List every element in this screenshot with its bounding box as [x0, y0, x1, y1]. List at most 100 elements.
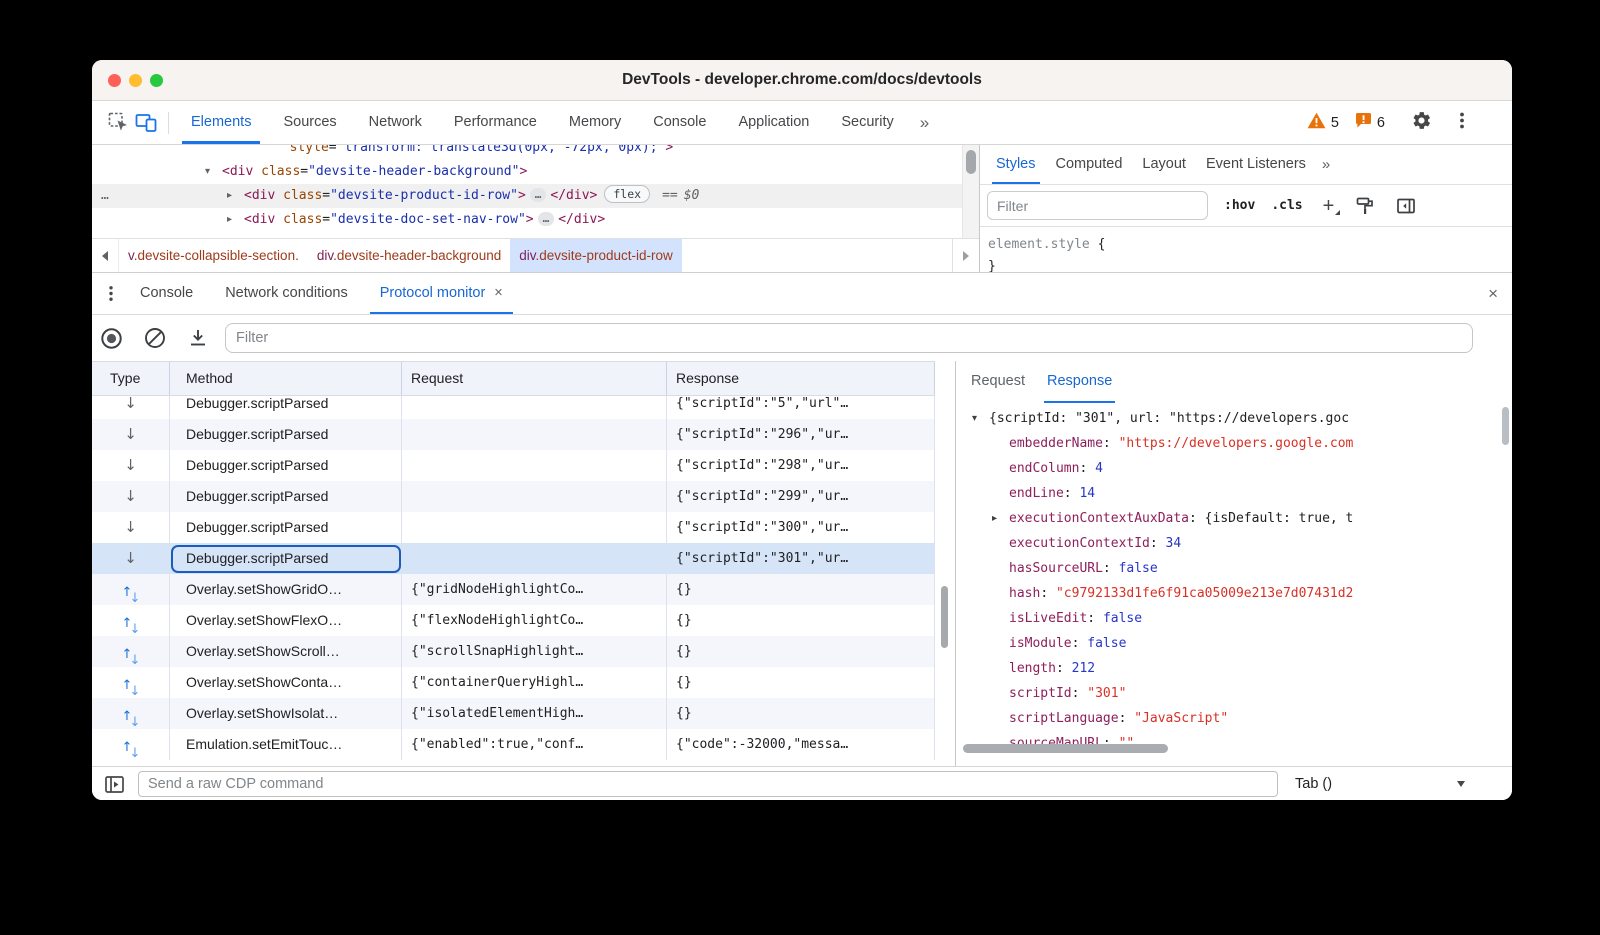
table-row[interactable]: ↑↓Overlay.setShowIsolat…{"isolatedElemen…: [92, 698, 935, 729]
close-window-button[interactable]: [108, 74, 121, 87]
column-header-response[interactable]: Response: [667, 362, 935, 395]
drawer-tab-network-conditions[interactable]: Network conditions: [209, 273, 364, 314]
table-row[interactable]: ↓Debugger.scriptParsed{"scriptId":"299",…: [92, 481, 935, 512]
toggle-element-state-button[interactable]: :hov: [1224, 198, 1255, 213]
dropdown-arrow-icon: [1457, 781, 1465, 787]
dom-tree-node[interactable]: ▾<div class="devsite-header-background">: [92, 160, 962, 184]
disclosure-arrow-icon[interactable]: ▸: [992, 506, 1009, 531]
new-style-rule-button[interactable]: +: [1323, 196, 1335, 216]
breadcrumb-left-arrow-icon[interactable]: [92, 239, 119, 272]
style-rule-selector[interactable]: element.style: [988, 237, 1090, 252]
disclosure-arrow-icon[interactable]: ▾: [972, 406, 989, 431]
disclosure-arrow-icon[interactable]: ▸: [227, 184, 244, 208]
warning-icon[interactable]: [1307, 112, 1326, 134]
dom-tree-node[interactable]: ▸<div class="devsite-doc-set-nav-row">…<…: [92, 208, 962, 232]
detail-tab-request[interactable]: Request: [960, 361, 1036, 403]
table-row[interactable]: ↑↓Emulation.setEmitTouc…{"enabled":true,…: [92, 729, 935, 760]
table-row[interactable]: ↑↓Overlay.setShowConta…{"containerQueryH…: [92, 667, 935, 698]
table-row[interactable]: ↓Debugger.scriptParsed{"scriptId":"300",…: [92, 512, 935, 543]
elements-scrollbar[interactable]: [962, 145, 979, 238]
inline-expand-icon[interactable]: …: [538, 212, 555, 226]
tab-sources[interactable]: Sources: [267, 101, 352, 144]
dom-tree-node[interactable]: " style="transform: translate3d(0px, -72…: [92, 145, 962, 160]
tab-application[interactable]: Application: [722, 101, 825, 144]
breadcrumb-item[interactable]: div.devsite-product-id-row: [510, 239, 682, 272]
column-header-type[interactable]: Type: [92, 362, 170, 395]
elements-scrollbar-thumb[interactable]: [966, 150, 976, 174]
record-icon[interactable]: [100, 327, 123, 350]
dom-tree-node[interactable]: …▸<div class="devsite-product-id-row">…<…: [92, 184, 962, 208]
table-row[interactable]: ↓Debugger.scriptParsed{"scriptId":"296",…: [92, 419, 935, 450]
inspect-icon[interactable]: [104, 109, 132, 137]
tab-console[interactable]: Console: [637, 101, 722, 144]
tree-line[interactable]: ▾{scriptId: "301", url: "https://develop…: [957, 406, 1502, 431]
request-cell: {"flexNodeHighlightCo…: [402, 605, 667, 636]
target-select[interactable]: Tab (): [1295, 776, 1465, 792]
breadcrumb-item[interactable]: div.devsite-header-background: [308, 239, 510, 272]
table-row[interactable]: ↓Debugger.scriptParsed{"scriptId":"298",…: [92, 450, 935, 481]
detail-vertical-scrollbar-thumb[interactable]: [1502, 407, 1509, 445]
styles-tab-layout[interactable]: Layout: [1132, 145, 1196, 184]
clear-icon[interactable]: [143, 327, 166, 349]
request-cell: [402, 512, 667, 543]
breadcrumb-item[interactable]: v.devsite-collapsible-section.: [119, 239, 308, 272]
tab-elements[interactable]: Elements: [175, 101, 267, 144]
request-cell: {"scrollSnapHighlight…: [402, 636, 667, 667]
minimize-window-button[interactable]: [129, 74, 142, 87]
table-scrollbar-thumb[interactable]: [941, 586, 948, 648]
tab-network[interactable]: Network: [353, 101, 438, 144]
cdp-editor-toggle-icon[interactable]: [104, 774, 125, 795]
drawer-close-icon[interactable]: ×: [1488, 284, 1498, 304]
device-toolbar-icon[interactable]: [132, 109, 160, 137]
disclosure-arrow-icon[interactable]: ▸: [227, 208, 244, 232]
pm-filter-input[interactable]: [225, 323, 1473, 353]
styles-more-tabs-icon[interactable]: »: [1316, 156, 1336, 173]
more-tabs-icon[interactable]: »: [910, 113, 939, 133]
tab-close-icon[interactable]: ×: [494, 285, 502, 301]
styles-toolbar: :hov .cls +: [980, 185, 1512, 227]
inline-expand-icon[interactable]: …: [530, 188, 547, 202]
cdp-command-input[interactable]: [138, 771, 1278, 797]
drawer-tab-protocol-monitor[interactable]: Protocol monitor×: [364, 273, 519, 314]
styles-tab-styles[interactable]: Styles: [986, 145, 1046, 184]
detail-horizontal-scrollbar-thumb[interactable]: [963, 744, 1168, 753]
tab-security[interactable]: Security: [825, 101, 909, 144]
drawer-tab-console[interactable]: Console: [124, 273, 209, 314]
styles-tab-event-listeners[interactable]: Event Listeners: [1196, 145, 1316, 184]
sent-received-arrows-icon: ↑↓: [122, 574, 140, 605]
zoom-window-button[interactable]: [150, 74, 163, 87]
table-row[interactable]: ↑↓Overlay.setShowGridO…{"gridNodeHighlig…: [92, 574, 935, 605]
tree-line: executionContextId: 34: [957, 531, 1502, 556]
styles-filter-input[interactable]: [987, 191, 1208, 220]
tab-memory[interactable]: Memory: [553, 101, 637, 144]
table-row[interactable]: ↓Debugger.scriptParsed{"scriptId":"5","u…: [92, 396, 935, 419]
styles-tab-computed[interactable]: Computed: [1046, 145, 1133, 184]
toggle-sidebar-icon[interactable]: [1396, 196, 1416, 216]
received-arrow-icon: ↓: [124, 456, 137, 474]
column-header-method[interactable]: Method: [170, 362, 402, 395]
node-more-actions-icon[interactable]: …: [101, 184, 110, 208]
breadcrumb-right-arrow-icon[interactable]: [952, 239, 979, 272]
method-cell: Emulation.setEmitTouc…: [170, 729, 402, 760]
kebab-menu-icon[interactable]: [1454, 111, 1470, 135]
method-cell: Overlay.setShowConta…: [170, 667, 402, 698]
issues-icon[interactable]: [1355, 112, 1372, 134]
table-row[interactable]: ↓Debugger.scriptParsed{"scriptId":"301",…: [92, 543, 935, 574]
settings-gear-icon[interactable]: [1411, 110, 1432, 136]
flex-adorner-badge[interactable]: flex: [604, 185, 650, 203]
column-header-request[interactable]: Request: [402, 362, 667, 395]
paint-roller-icon[interactable]: [1355, 196, 1375, 216]
disclosure-arrow-icon[interactable]: ▾: [205, 160, 222, 184]
type-cell: ↓: [92, 512, 170, 543]
table-row[interactable]: ↑↓Overlay.setShowFlexO…{"flexNodeHighlig…: [92, 605, 935, 636]
response-cell: {}: [667, 698, 935, 729]
detail-tab-response[interactable]: Response: [1036, 361, 1123, 403]
tab-performance[interactable]: Performance: [438, 101, 553, 144]
table-row[interactable]: ↑↓Overlay.setShowScroll…{"scrollSnapHigh…: [92, 636, 935, 667]
element-classes-button[interactable]: .cls: [1271, 198, 1302, 213]
tree-line[interactable]: ▸executionContextAuxData: {isDefault: tr…: [957, 506, 1502, 531]
styles-sidebar: StylesComputedLayoutEvent Listeners » :h…: [979, 145, 1512, 272]
drawer-kebab-icon[interactable]: [98, 285, 124, 302]
save-icon[interactable]: [186, 328, 209, 348]
dom-tree: " style="transform: translate3d(0px, -72…: [92, 145, 962, 238]
